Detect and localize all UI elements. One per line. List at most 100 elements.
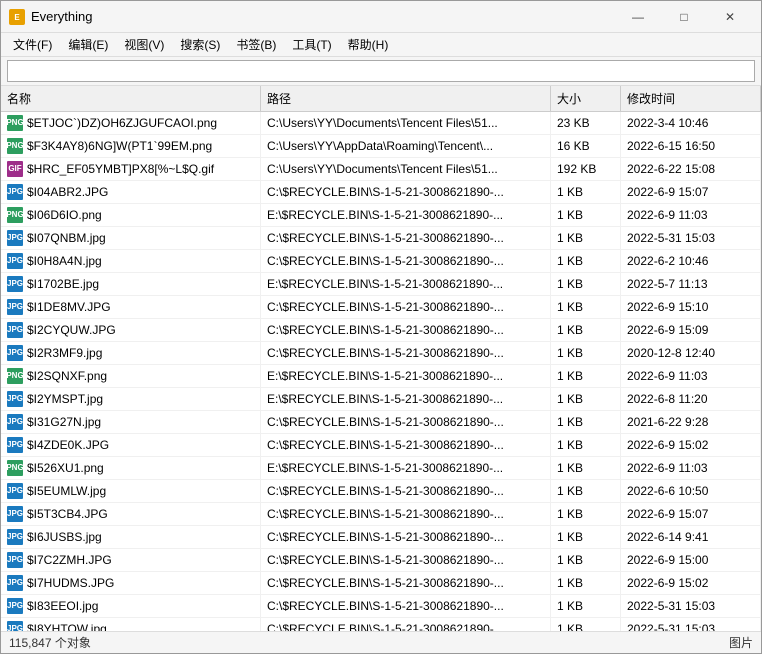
- cell-name: JPG $I83EEOI.jpg: [1, 595, 261, 617]
- table-row[interactable]: JPG $I7HUDMS.JPG C:\$RECYCLE.BIN\S-1-5-2…: [1, 572, 761, 595]
- cell-path: C:\$RECYCLE.BIN\S-1-5-21-3008621890-...: [261, 227, 551, 249]
- cell-size: 1 KB: [551, 342, 621, 364]
- table-row[interactable]: JPG $I8YHTOW.jpg C:\$RECYCLE.BIN\S-1-5-2…: [1, 618, 761, 631]
- minimize-button[interactable]: —: [615, 1, 661, 33]
- cell-path: C:\$RECYCLE.BIN\S-1-5-21-3008621890-...: [261, 572, 551, 594]
- cell-name: PNG $F3K4AY8)6NG]W(PT1`99EM.png: [1, 135, 261, 157]
- table-row[interactable]: PNG $I06D6IO.png E:\$RECYCLE.BIN\S-1-5-2…: [1, 204, 761, 227]
- jpg-file-icon: JPG: [7, 552, 23, 568]
- header-size[interactable]: 大小: [551, 86, 621, 111]
- cell-name: JPG $I07QNBM.jpg: [1, 227, 261, 249]
- cell-date: 2022-6-9 15:02: [621, 572, 761, 594]
- jpg-file-icon: JPG: [7, 345, 23, 361]
- jpg-file-icon: JPG: [7, 322, 23, 338]
- cell-name: PNG $I2SQNXF.png: [1, 365, 261, 387]
- menu-edit[interactable]: 编辑(E): [60, 33, 116, 56]
- window-controls: — □ ✕: [615, 1, 753, 33]
- table-row[interactable]: PNG $F3K4AY8)6NG]W(PT1`99EM.png C:\Users…: [1, 135, 761, 158]
- file-name: $I04ABR2.JPG: [27, 183, 108, 201]
- cell-date: 2022-6-9 15:07: [621, 503, 761, 525]
- cell-size: 1 KB: [551, 181, 621, 203]
- table-row[interactable]: JPG $I07QNBM.jpg C:\$RECYCLE.BIN\S-1-5-2…: [1, 227, 761, 250]
- table-row[interactable]: JPG $I31G27N.jpg C:\$RECYCLE.BIN\S-1-5-2…: [1, 411, 761, 434]
- menu-file[interactable]: 文件(F): [5, 33, 60, 56]
- header-date[interactable]: 修改时间: [621, 86, 761, 111]
- file-name: $I5T3CB4.JPG: [27, 505, 108, 523]
- jpg-file-icon: JPG: [7, 483, 23, 499]
- menu-search[interactable]: 搜索(S): [172, 33, 228, 56]
- cell-path: C:\$RECYCLE.BIN\S-1-5-21-3008621890-...: [261, 319, 551, 341]
- cell-size: 16 KB: [551, 135, 621, 157]
- menu-view[interactable]: 视图(V): [116, 33, 172, 56]
- table-row[interactable]: JPG $I2R3MF9.jpg C:\$RECYCLE.BIN\S-1-5-2…: [1, 342, 761, 365]
- jpg-file-icon: JPG: [7, 437, 23, 453]
- menu-bookmark[interactable]: 书签(B): [228, 33, 284, 56]
- table-row[interactable]: JPG $I0H8A4N.jpg C:\$RECYCLE.BIN\S-1-5-2…: [1, 250, 761, 273]
- cell-path: C:\$RECYCLE.BIN\S-1-5-21-3008621890-...: [261, 549, 551, 571]
- app-icon: E: [9, 9, 25, 25]
- table-row[interactable]: JPG $I2YMSPT.jpg E:\$RECYCLE.BIN\S-1-5-2…: [1, 388, 761, 411]
- table-row[interactable]: JPG $I5T3CB4.JPG C:\$RECYCLE.BIN\S-1-5-2…: [1, 503, 761, 526]
- cell-name: PNG $I06D6IO.png: [1, 204, 261, 226]
- jpg-file-icon: JPG: [7, 621, 23, 631]
- table-row[interactable]: JPG $I6JUSBS.jpg C:\$RECYCLE.BIN\S-1-5-2…: [1, 526, 761, 549]
- cell-size: 1 KB: [551, 411, 621, 433]
- header-path[interactable]: 路径: [261, 86, 551, 111]
- table-row[interactable]: JPG $I5EUMLW.jpg C:\$RECYCLE.BIN\S-1-5-2…: [1, 480, 761, 503]
- search-bar: [1, 57, 761, 86]
- png-file-icon: PNG: [7, 207, 23, 223]
- table-row[interactable]: PNG $ETJOC`)DZ)OH6ZJGUFCAOI.png C:\Users…: [1, 112, 761, 135]
- cell-date: 2022-6-22 15:08: [621, 158, 761, 180]
- cell-date: 2022-6-9 15:10: [621, 296, 761, 318]
- table-row[interactable]: PNG $I526XU1.png E:\$RECYCLE.BIN\S-1-5-2…: [1, 457, 761, 480]
- table-row[interactable]: JPG $I1702BE.jpg E:\$RECYCLE.BIN\S-1-5-2…: [1, 273, 761, 296]
- cell-path: C:\$RECYCLE.BIN\S-1-5-21-3008621890-...: [261, 595, 551, 617]
- png-file-icon: PNG: [7, 138, 23, 154]
- cell-size: 192 KB: [551, 158, 621, 180]
- search-input[interactable]: [7, 60, 755, 82]
- status-count: 115,847 个对象: [9, 634, 91, 651]
- cell-date: 2022-5-31 15:03: [621, 227, 761, 249]
- file-name: $I2R3MF9.jpg: [27, 344, 102, 362]
- cell-size: 1 KB: [551, 273, 621, 295]
- title-bar: E Everything — □ ✕: [1, 1, 761, 33]
- file-name: $I8YHTOW.jpg: [27, 620, 107, 631]
- cell-path: C:\$RECYCLE.BIN\S-1-5-21-3008621890-...: [261, 250, 551, 272]
- cell-date: 2022-5-31 15:03: [621, 595, 761, 617]
- file-name: $I7HUDMS.JPG: [27, 574, 114, 592]
- table-row[interactable]: JPG $I04ABR2.JPG C:\$RECYCLE.BIN\S-1-5-2…: [1, 181, 761, 204]
- maximize-button[interactable]: □: [661, 1, 707, 33]
- table-row[interactable]: JPG $I1DE8MV.JPG C:\$RECYCLE.BIN\S-1-5-2…: [1, 296, 761, 319]
- jpg-file-icon: JPG: [7, 276, 23, 292]
- table-row[interactable]: JPG $I2CYQUW.JPG C:\$RECYCLE.BIN\S-1-5-2…: [1, 319, 761, 342]
- table-row[interactable]: PNG $I2SQNXF.png E:\$RECYCLE.BIN\S-1-5-2…: [1, 365, 761, 388]
- cell-date: 2022-6-2 10:46: [621, 250, 761, 272]
- table-row[interactable]: JPG $I83EEOI.jpg C:\$RECYCLE.BIN\S-1-5-2…: [1, 595, 761, 618]
- cell-name: JPG $I5EUMLW.jpg: [1, 480, 261, 502]
- cell-size: 1 KB: [551, 250, 621, 272]
- menu-help[interactable]: 帮助(H): [340, 33, 397, 56]
- cell-date: 2022-5-31 15:03: [621, 618, 761, 631]
- table-row[interactable]: JPG $I4ZDE0K.JPG C:\$RECYCLE.BIN\S-1-5-2…: [1, 434, 761, 457]
- cell-size: 1 KB: [551, 595, 621, 617]
- menu-tools[interactable]: 工具(T): [284, 33, 339, 56]
- table-row[interactable]: GIF $HRC_EF05YMBT]PX8[%~L$Q.gif C:\Users…: [1, 158, 761, 181]
- cell-path: E:\$RECYCLE.BIN\S-1-5-21-3008621890-...: [261, 388, 551, 410]
- table-row[interactable]: JPG $I7C2ZMH.JPG C:\$RECYCLE.BIN\S-1-5-2…: [1, 549, 761, 572]
- header-name[interactable]: 名称: [1, 86, 261, 111]
- cell-name: JPG $I0H8A4N.jpg: [1, 250, 261, 272]
- everything-window: E Everything — □ ✕ 文件(F) 编辑(E) 视图(V) 搜索(…: [0, 0, 762, 654]
- cell-path: C:\Users\YY\AppData\Roaming\Tencent\...: [261, 135, 551, 157]
- cell-size: 1 KB: [551, 572, 621, 594]
- close-button[interactable]: ✕: [707, 1, 753, 33]
- cell-date: 2022-3-4 10:46: [621, 112, 761, 134]
- cell-size: 1 KB: [551, 388, 621, 410]
- cell-path: C:\$RECYCLE.BIN\S-1-5-21-3008621890-...: [261, 411, 551, 433]
- cell-name: JPG $I2R3MF9.jpg: [1, 342, 261, 364]
- cell-path: C:\$RECYCLE.BIN\S-1-5-21-3008621890-...: [261, 342, 551, 364]
- jpg-file-icon: JPG: [7, 598, 23, 614]
- cell-path: C:\$RECYCLE.BIN\S-1-5-21-3008621890-...: [261, 296, 551, 318]
- file-name: $I06D6IO.png: [27, 206, 102, 224]
- cell-size: 1 KB: [551, 319, 621, 341]
- jpg-file-icon: JPG: [7, 414, 23, 430]
